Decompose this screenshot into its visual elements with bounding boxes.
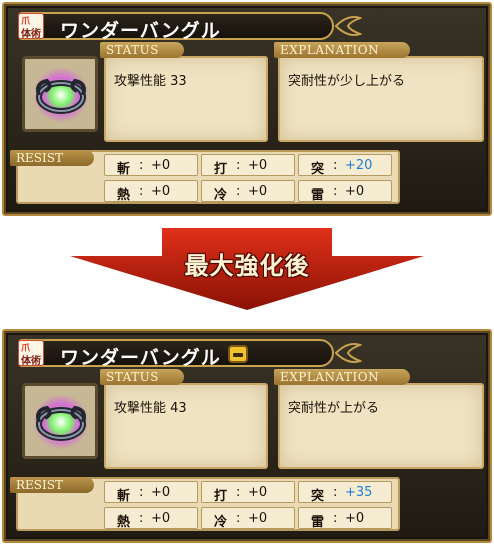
resist-tab: RESIST (10, 477, 94, 493)
resist-key: 斬 (117, 162, 131, 177)
resist-value: +0 (151, 184, 171, 199)
bangle-icon (33, 67, 89, 123)
status-tab: STATUS (100, 42, 184, 58)
resist-value: +0 (151, 511, 171, 526)
item-name: ワンダーバングル (60, 20, 221, 42)
resist-sep: : (139, 485, 144, 500)
resist-value: +0 (248, 184, 268, 199)
status-tab: STATUS (100, 369, 184, 385)
resist-value: +20 (345, 158, 373, 173)
explanation-tab: EXPLANATION (274, 369, 410, 385)
item-icon-frame (22, 56, 98, 132)
resist-sep: : (333, 158, 338, 173)
bangle-icon (33, 394, 89, 450)
explanation-text: 突耐性が上がる (288, 401, 380, 416)
weapon-type-label: 体術 (21, 356, 41, 367)
weapon-type-label: 体術 (21, 29, 41, 40)
resist-cell-slash: 斬: +0 (104, 481, 198, 504)
weapon-type-badge: 爪 体術 (18, 13, 44, 40)
resist-cell-pierce: 突: +20 (298, 154, 392, 177)
resist-sep: : (139, 184, 144, 199)
status-panel: 攻撃性能 33 (104, 56, 268, 142)
resist-cell-thunder: 雷: +0 (298, 507, 392, 530)
explanation-tab: EXPLANATION (274, 42, 410, 58)
resist-cell-pierce: 突: +35 (298, 481, 392, 504)
item-card-before: ワンダーバングル 爪 体術 攻撃性能 33 STATUS 突耐性が少し上がる E… (2, 2, 492, 216)
resist-cell-strike: 打: +0 (201, 481, 295, 504)
resist-key: 打 (214, 489, 228, 504)
ornament-icon (334, 343, 362, 363)
resist-key: 雷 (311, 515, 325, 530)
resist-sep: : (139, 511, 144, 526)
resist-key: 冷 (214, 188, 228, 203)
resist-cell-cold: 冷: +0 (201, 180, 295, 203)
item-icon-frame (22, 383, 98, 459)
resist-key: 打 (214, 162, 228, 177)
resist-cell-heat: 熱: +0 (104, 507, 198, 530)
resist-value: +35 (345, 485, 373, 500)
resist-value: +0 (151, 158, 171, 173)
ornament-icon (334, 16, 362, 36)
item-name: ワンダーバングル (60, 347, 221, 369)
resist-cell-thunder: 雷: +0 (298, 180, 392, 203)
explanation-panel: 突耐性が上がる (278, 383, 484, 469)
resist-value: +0 (248, 511, 268, 526)
resist-value: +0 (345, 184, 365, 199)
resist-sep: : (333, 485, 338, 500)
resist-key: 雷 (311, 188, 325, 203)
resist-cell-cold: 冷: +0 (201, 507, 295, 530)
status-panel: 攻撃性能 43 (104, 383, 268, 469)
resist-value: +0 (345, 511, 365, 526)
resist-value: +0 (248, 158, 268, 173)
weapon-type-badge: 爪 体術 (18, 340, 44, 367)
resist-cell-slash: 斬: +0 (104, 154, 198, 177)
resist-sep: : (139, 158, 144, 173)
resist-cell-strike: 打: +0 (201, 154, 295, 177)
resist-key: 熱 (117, 188, 131, 203)
resist-sep: : (333, 184, 338, 199)
max-upgrade-icon (228, 345, 248, 363)
title-bar: ワンダーバングル (18, 339, 334, 369)
resist-tab: RESIST (10, 150, 94, 166)
resist-key: 斬 (117, 489, 131, 504)
resist-value: +0 (248, 485, 268, 500)
resist-key: 突 (311, 489, 325, 504)
resist-key: 冷 (214, 515, 228, 530)
resist-sep: : (236, 511, 241, 526)
resist-sep: : (333, 511, 338, 526)
explanation-panel: 突耐性が少し上がる (278, 56, 484, 142)
explanation-text: 突耐性が少し上がる (288, 74, 406, 89)
resist-sep: : (236, 485, 241, 500)
max-upgrade-arrow: 最大強化後 (68, 226, 426, 312)
max-upgrade-label: 最大強化後 (184, 252, 310, 280)
title-bar: ワンダーバングル (18, 12, 334, 42)
attack-stat: 攻撃性能 43 (114, 401, 187, 416)
resist-sep: : (236, 184, 241, 199)
attack-stat: 攻撃性能 33 (114, 74, 187, 89)
resist-value: +0 (151, 485, 171, 500)
resist-key: 熱 (117, 515, 131, 530)
resist-cell-heat: 熱: +0 (104, 180, 198, 203)
resist-sep: : (236, 158, 241, 173)
resist-key: 突 (311, 162, 325, 177)
